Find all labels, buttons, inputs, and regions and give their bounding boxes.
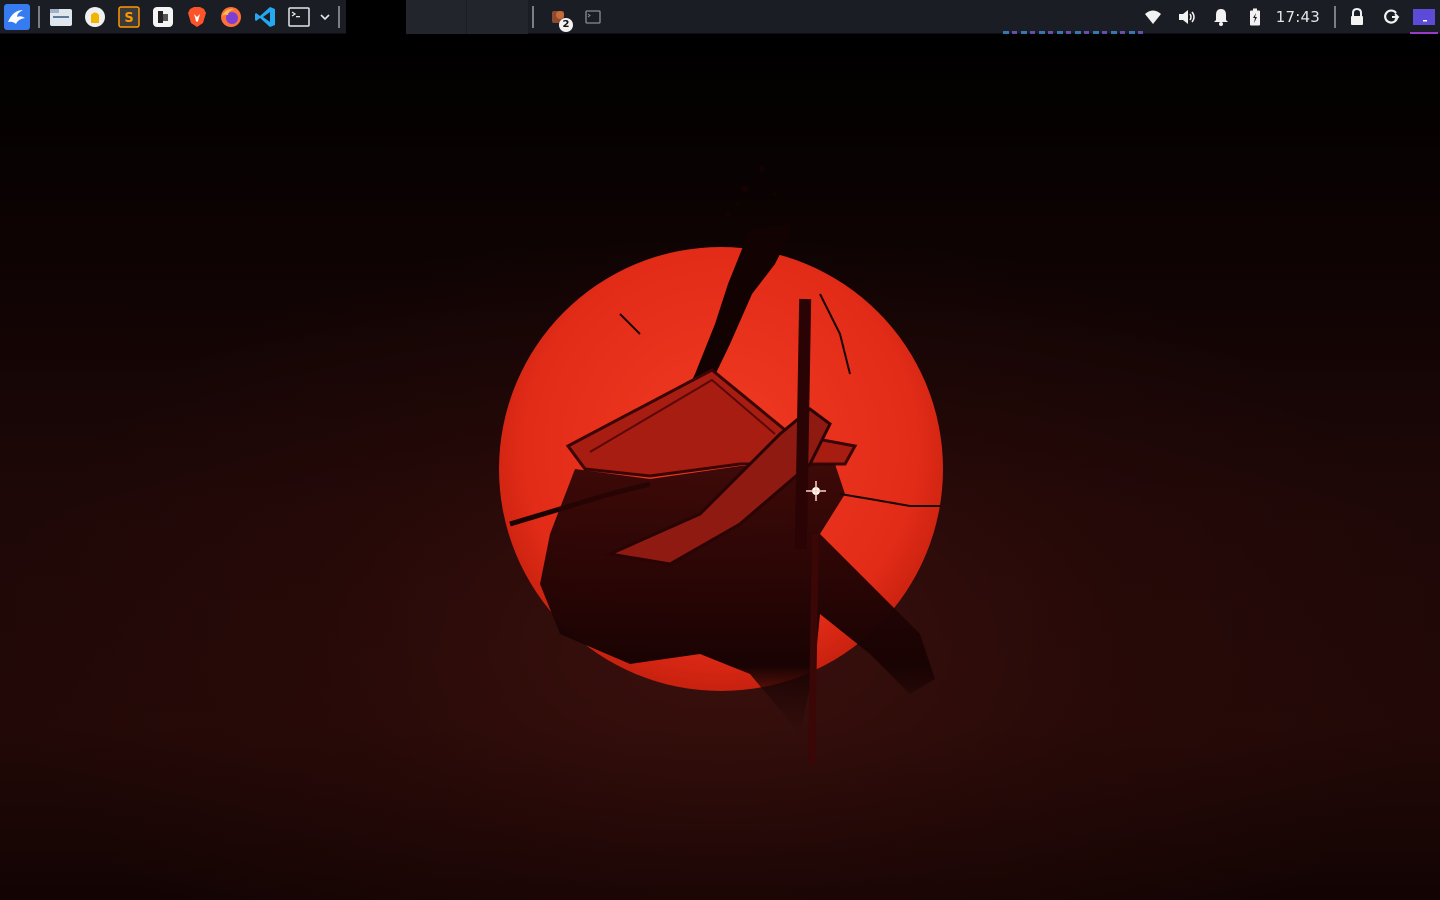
panel-separator: [38, 5, 40, 28]
taskbar-panel: S 2 17:43: [0, 0, 1440, 34]
task-window-3[interactable]: [466, 0, 528, 34]
task-window-1[interactable]: [346, 0, 406, 34]
power-refresh-icon[interactable]: [1376, 2, 1406, 32]
desktop-pager-icon[interactable]: [1408, 0, 1440, 34]
desktop-background[interactable]: [0, 34, 1440, 900]
system-tray: 17:43: [1136, 0, 1440, 34]
panel-separator: [532, 5, 534, 28]
file-manager-icon[interactable]: [46, 2, 76, 32]
battery-icon[interactable]: [1240, 2, 1270, 32]
brave-browser-icon[interactable]: [182, 2, 212, 32]
panel-separator: [1334, 6, 1336, 28]
task-window-2[interactable]: [406, 0, 466, 34]
grouped-apps-icon[interactable]: 2: [544, 2, 574, 32]
panel-separator: [338, 5, 340, 28]
stray-panel-artifact: [1003, 31, 1145, 34]
terminal-icon[interactable]: [284, 2, 314, 32]
samurai-wallpaper-image: [499, 166, 943, 765]
window-icon[interactable]: [578, 2, 608, 32]
active-desktop-indicator: [1410, 32, 1438, 34]
sublime-text-icon[interactable]: S: [114, 2, 144, 32]
chevron-down-icon[interactable]: [316, 2, 334, 32]
app-menu-icon[interactable]: [2, 2, 32, 32]
grouped-apps-count: 2: [559, 17, 573, 32]
wifi-icon[interactable]: [1138, 2, 1168, 32]
bell-icon[interactable]: [1206, 2, 1236, 32]
svg-text:S: S: [124, 11, 133, 26]
firefox-icon[interactable]: [216, 2, 246, 32]
office-icon[interactable]: [148, 2, 178, 32]
lock-icon[interactable]: [1342, 2, 1372, 32]
vscode-icon[interactable]: [250, 2, 280, 32]
keepassxc-icon[interactable]: [80, 2, 110, 32]
clock[interactable]: 17:43: [1276, 8, 1320, 26]
volume-icon[interactable]: [1172, 2, 1202, 32]
